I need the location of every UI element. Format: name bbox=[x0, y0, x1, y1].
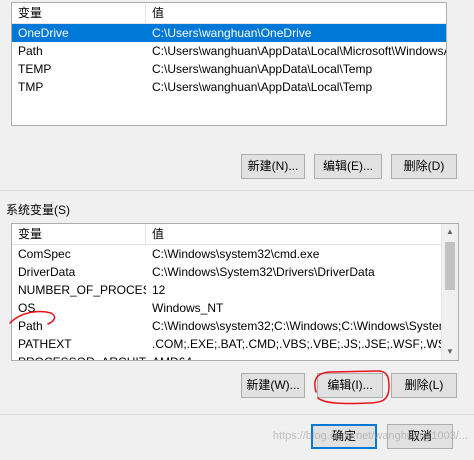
footer-divider bbox=[0, 414, 474, 415]
variable-value-cell: C:\Users\wanghuan\OneDrive bbox=[152, 26, 312, 40]
user-delete-button[interactable]: 删除(D) bbox=[391, 154, 457, 179]
variable-value-cell: C:\Windows\System32\Drivers\DriverData bbox=[152, 265, 375, 279]
column-header-variable[interactable]: 变量 bbox=[12, 224, 146, 244]
variable-name-cell: ComSpec bbox=[18, 247, 71, 261]
variable-value-cell: C:\Users\wanghuan\AppData\Local\Temp bbox=[152, 62, 373, 76]
table-row[interactable]: PROCESSOR_ARCHITECT...AMD64 bbox=[12, 353, 441, 360]
variable-name-cell: Path bbox=[18, 319, 43, 333]
table-row[interactable]: ComSpec C:\Windows\system32\cmd.exe bbox=[12, 245, 441, 263]
variable-value-cell: C:\Users\wanghuan\AppData\Local\Microsof… bbox=[152, 44, 446, 58]
scroll-up-arrow-icon[interactable]: ▲ bbox=[442, 224, 458, 240]
table-row[interactable]: PATHEXT .COM;.EXE;.BAT;.CMD;.VBS;.VBE;.JS… bbox=[12, 335, 441, 353]
scroll-thumb[interactable] bbox=[445, 242, 455, 290]
variable-name-cell: DriverData bbox=[18, 265, 76, 279]
user-edit-button[interactable]: 编辑(E)... bbox=[314, 154, 382, 179]
user-new-button[interactable]: 新建(N)... bbox=[241, 154, 305, 179]
variable-value-cell: C:\Windows\system32\cmd.exe bbox=[152, 247, 320, 261]
user-variables-header: 变量 值 bbox=[12, 3, 446, 24]
variable-name-cell: TEMP bbox=[18, 62, 52, 76]
variable-value-cell: C:\Users\wanghuan\AppData\Local\Temp bbox=[152, 80, 373, 94]
column-header-value[interactable]: 值 bbox=[146, 3, 446, 23]
system-variables-label: 系统变量(S) bbox=[6, 203, 70, 217]
section-divider bbox=[0, 190, 474, 191]
variable-name-cell: TMP bbox=[18, 80, 44, 94]
table-row[interactable]: OneDrive C:\Users\wanghuan\OneDrive bbox=[12, 24, 446, 42]
system-edit-button[interactable]: 编辑(I)... bbox=[317, 373, 383, 398]
variable-value-cell: C:\Windows\system32;C:\Windows;C:\Window… bbox=[152, 319, 441, 333]
table-row[interactable]: OS Windows_NT bbox=[12, 299, 441, 317]
variable-value-cell: 12 bbox=[152, 283, 166, 297]
column-header-value[interactable]: 值 bbox=[146, 224, 441, 244]
variable-name-cell: NUMBER_OF_PROCESSORS bbox=[18, 283, 146, 297]
system-variables-scrollbar[interactable]: ▲ ▼ bbox=[441, 224, 458, 360]
column-header-variable[interactable]: 变量 bbox=[12, 3, 146, 23]
table-row[interactable]: DriverData C:\Windows\System32\Drivers\Dr… bbox=[12, 263, 441, 281]
variable-value-cell: Windows_NT bbox=[152, 301, 224, 315]
variable-name-cell: PATHEXT bbox=[18, 337, 72, 351]
table-row[interactable]: TEMP C:\Users\wanghuan\AppData\Local\Temp bbox=[12, 60, 446, 78]
scroll-down-arrow-icon[interactable]: ▼ bbox=[442, 344, 458, 360]
variable-name-cell: PROCESSOR_ARCHITECT... bbox=[12, 353, 146, 360]
variable-name-cell: OS bbox=[18, 301, 36, 315]
table-row[interactable]: Path C:\Windows\system32;C:\Windows;C:\Wi… bbox=[12, 317, 441, 335]
system-delete-button[interactable]: 删除(L) bbox=[391, 373, 457, 398]
table-row[interactable]: Path C:\Users\wanghuan\AppData\Local\Micr… bbox=[12, 42, 446, 60]
watermark-text: https://blog.csdn.net/wanghuan_1003/... bbox=[272, 430, 468, 442]
system-new-button[interactable]: 新建(W)... bbox=[241, 373, 305, 398]
variable-value-cell: AMD64 bbox=[146, 353, 441, 360]
table-row[interactable]: TMP C:\Users\wanghuan\AppData\Local\Temp bbox=[12, 78, 446, 96]
variable-name-cell: OneDrive bbox=[18, 26, 69, 40]
variable-name-cell: Path bbox=[18, 44, 43, 58]
variable-value-cell: .COM;.EXE;.BAT;.CMD;.VBS;.VBE;.JS;.JSE;.… bbox=[152, 337, 441, 351]
user-variables-list[interactable]: 变量 值 OneDrive C:\Users\wanghuan\OneDrive P… bbox=[11, 2, 447, 126]
system-variables-header: 变量 值 bbox=[12, 224, 458, 245]
system-variables-list[interactable]: 变量 值 ComSpec C:\Windows\system32\cmd.exe D… bbox=[11, 223, 459, 361]
table-row[interactable]: NUMBER_OF_PROCESSORS 12 bbox=[12, 281, 441, 299]
